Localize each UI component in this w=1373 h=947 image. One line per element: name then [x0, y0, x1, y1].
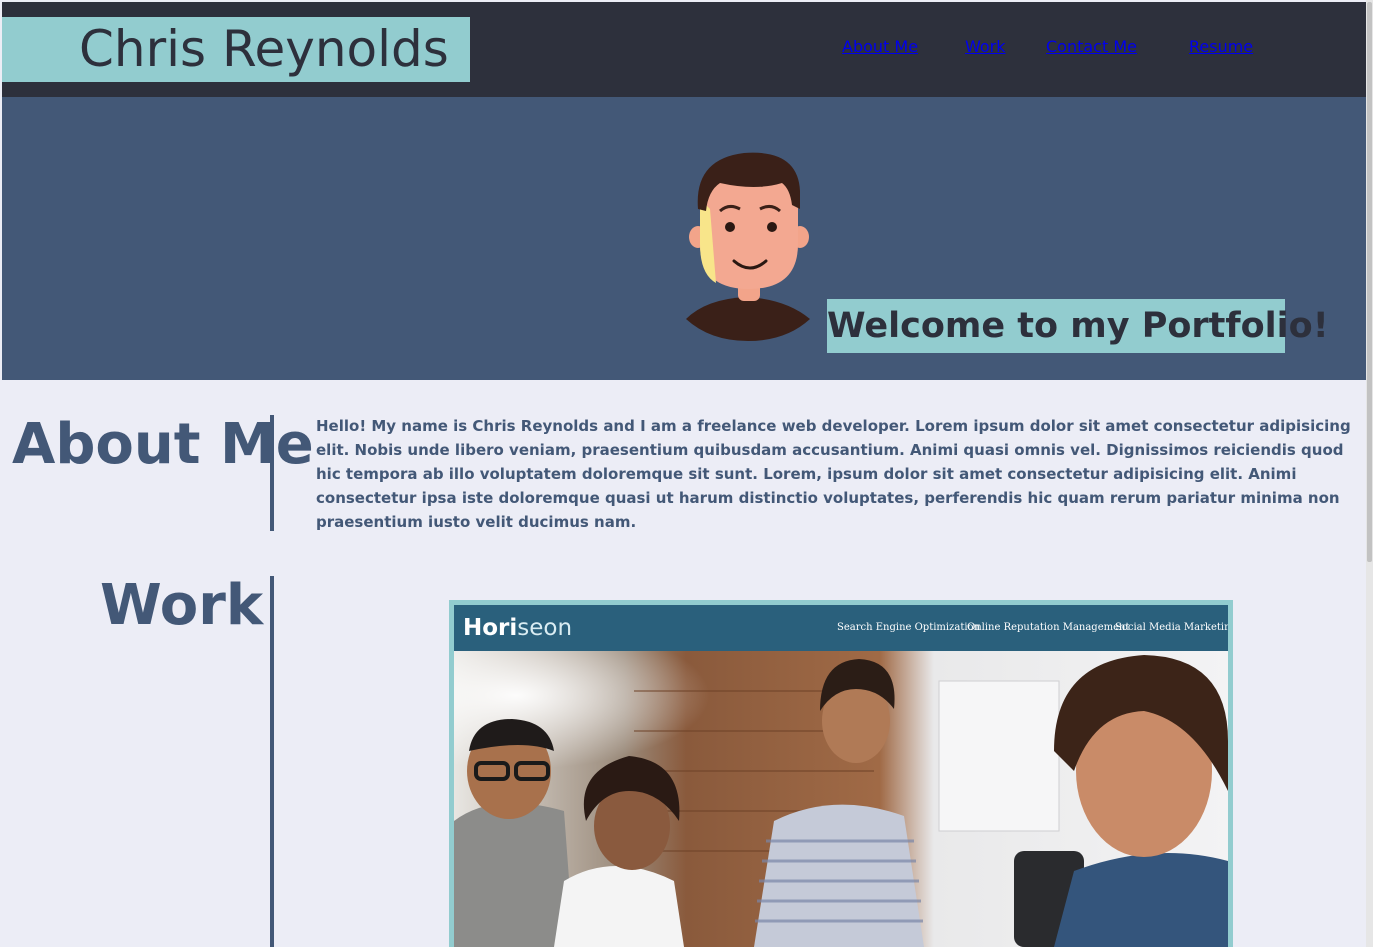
hero-banner: Welcome to my Portfolio!	[2, 97, 1366, 380]
scrollbar-thumb[interactable]	[1367, 2, 1372, 562]
about-me-text: Hello! My name is Chris Reynolds and I a…	[316, 417, 1351, 531]
nav-contact-me[interactable]: Contact Me	[1046, 37, 1179, 73]
project-screenshot: Horiseon Search Engine Optimization Onli…	[454, 605, 1228, 947]
welcome-heading: Welcome to my Portfolio!	[827, 299, 1329, 353]
nav-about-me[interactable]: About Me	[842, 37, 955, 73]
site-header: Chris Reynolds About Me Work Contact Me …	[2, 2, 1366, 97]
project-site-header: Horiseon Search Engine Optimization Onli…	[454, 605, 1228, 651]
project-nav-orm: Online Reputation Management	[967, 622, 1130, 633]
project-nav-seo: Search Engine Optimization	[837, 622, 981, 633]
team-meeting-photo	[454, 651, 1228, 947]
nav-resume[interactable]: Resume	[1189, 37, 1285, 73]
nav-work[interactable]: Work	[965, 37, 1036, 73]
brand-name: Chris Reynolds	[2, 17, 470, 82]
about-divider	[270, 415, 274, 531]
work-title: Work	[100, 573, 264, 638]
horiseon-logo: Horiseon	[463, 615, 573, 641]
project-card-horiseon[interactable]: Horiseon Search Engine Optimization Onli…	[449, 600, 1233, 947]
cartoon-man-avatar-icon	[686, 152, 810, 341]
about-me-title: About Me	[12, 412, 314, 477]
project-nav-smm: Social Media Marketing	[1115, 622, 1228, 633]
work-divider	[270, 576, 274, 947]
